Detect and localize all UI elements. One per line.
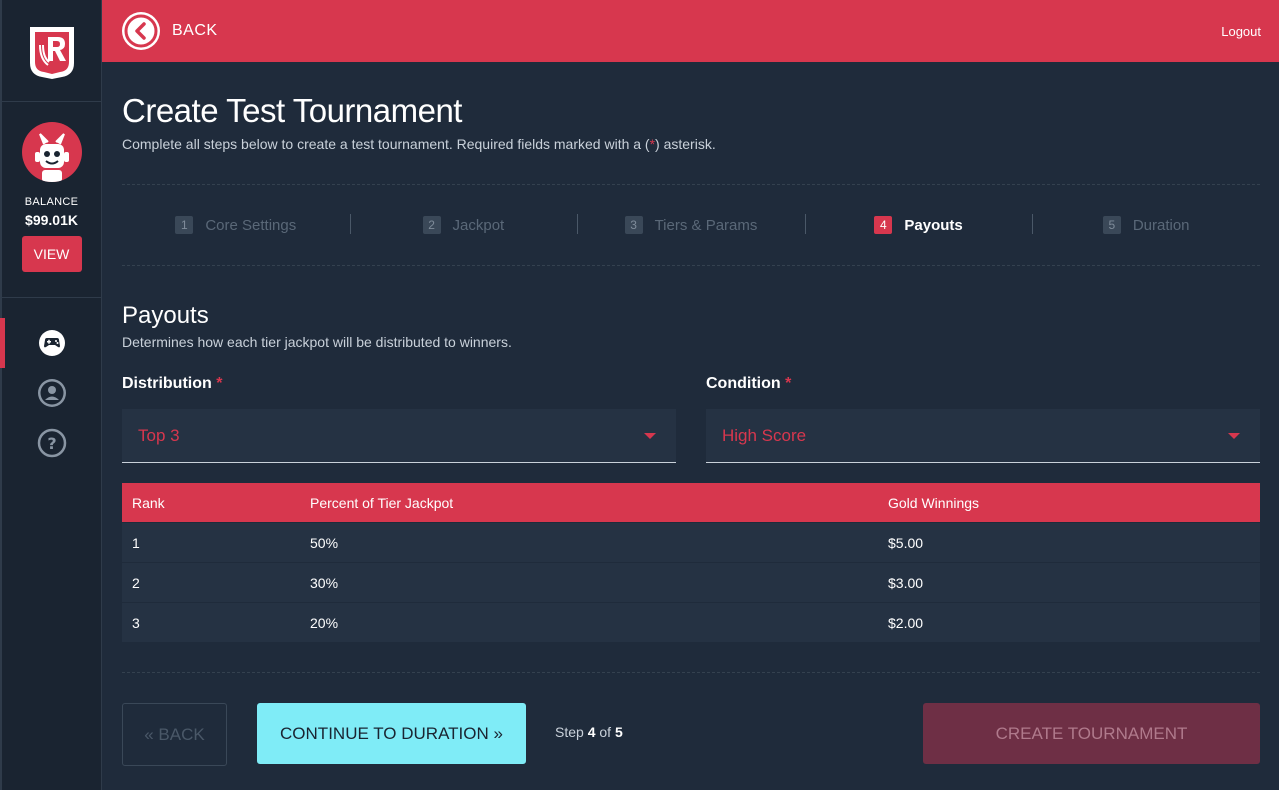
step-label: Core Settings bbox=[205, 216, 297, 234]
step-progress: Step 4 of 5 bbox=[555, 724, 623, 740]
page-subtitle-text: Complete all steps below to create a tes… bbox=[122, 136, 650, 152]
rank-cell: 3 bbox=[132, 614, 140, 631]
profile-panel: BALANCE $99.01K VIEW bbox=[2, 102, 101, 298]
logout-link[interactable]: Logout bbox=[1221, 24, 1261, 39]
balance-label: BALANCE bbox=[24, 196, 79, 208]
table-row: 1 50% $5.00 bbox=[122, 522, 1260, 562]
gamepad-icon bbox=[38, 330, 65, 356]
sidebar-nav: ? bbox=[0, 318, 101, 468]
step-current: 4 bbox=[587, 724, 596, 740]
step-number: 1 bbox=[175, 216, 194, 234]
create-tournament-button[interactable]: CREATE TOURNAMENT bbox=[923, 703, 1260, 764]
step-label: Duration bbox=[1132, 216, 1190, 234]
rank-cell: 2 bbox=[132, 574, 140, 591]
table-row: 2 30% $3.00 bbox=[122, 562, 1260, 602]
table-header: Rank Percent of Tier Jackpot Gold Winnin… bbox=[122, 483, 1260, 522]
gold-cell: $2.00 bbox=[888, 614, 924, 631]
top-header: BACK Logout bbox=[102, 0, 1279, 62]
step-indicator: 1 Core Settings 2 Jackpot 3 Tiers & Para… bbox=[122, 184, 1260, 266]
distribution-label: Distribution * bbox=[122, 375, 222, 393]
condition-label: Condition * bbox=[706, 375, 791, 393]
caret-down-icon bbox=[1228, 433, 1240, 439]
column-header-gold: Gold Winnings bbox=[888, 494, 980, 511]
step-label: Tiers & Params bbox=[654, 216, 758, 234]
avatar[interactable] bbox=[21, 122, 82, 182]
step-label: Payouts bbox=[904, 216, 963, 234]
svg-text:?: ? bbox=[47, 434, 56, 453]
nav-item-profile[interactable] bbox=[2, 368, 101, 418]
payouts-table: Rank Percent of Tier Jackpot Gold Winnin… bbox=[122, 483, 1260, 642]
distribution-value: Top 3 bbox=[138, 425, 180, 445]
distribution-label-text: Distribution bbox=[122, 375, 212, 392]
logo-area bbox=[2, 0, 101, 102]
robot-avatar-icon bbox=[34, 133, 69, 182]
percent-cell: 30% bbox=[310, 574, 339, 591]
step-number: 2 bbox=[422, 216, 441, 234]
step-number: 4 bbox=[874, 216, 893, 234]
nav-item-games[interactable] bbox=[0, 318, 101, 368]
step-number: 5 bbox=[1102, 216, 1121, 234]
condition-select[interactable]: High Score bbox=[706, 409, 1260, 463]
step-prefix: Step bbox=[555, 724, 584, 740]
gold-cell: $5.00 bbox=[888, 534, 924, 551]
help-icon: ? bbox=[37, 428, 66, 458]
required-marker: * bbox=[216, 375, 223, 392]
rank-cell: 1 bbox=[132, 534, 140, 551]
step-label: Jackpot bbox=[452, 216, 505, 234]
gold-cell: $3.00 bbox=[888, 574, 924, 591]
balance-value: $99.01K bbox=[25, 212, 78, 228]
section-subtitle: Determines how each tier jackpot will be… bbox=[122, 334, 512, 350]
continue-button[interactable]: CONTINUE TO DURATION » bbox=[257, 703, 526, 764]
table-row: 3 20% $2.00 bbox=[122, 602, 1260, 642]
step-jackpot[interactable]: 2 Jackpot bbox=[349, 214, 578, 234]
page-title: Create Test Tournament bbox=[122, 92, 462, 129]
step-payouts[interactable]: 4 Payouts bbox=[804, 214, 1033, 234]
step-duration[interactable]: 5 Duration bbox=[1032, 214, 1260, 234]
percent-cell: 20% bbox=[310, 614, 339, 631]
page-subtitle: Complete all steps below to create a tes… bbox=[122, 136, 716, 152]
column-header-rank: Rank bbox=[132, 494, 165, 511]
distribution-select[interactable]: Top 3 bbox=[122, 409, 676, 463]
percent-cell: 50% bbox=[310, 534, 339, 551]
step-total: 5 bbox=[614, 724, 623, 740]
sidebar: BALANCE $99.01K VIEW ? bbox=[0, 0, 102, 790]
caret-down-icon bbox=[644, 433, 656, 439]
step-number: 3 bbox=[624, 216, 643, 234]
step-of-word: of bbox=[599, 724, 612, 740]
app-logo[interactable] bbox=[22, 21, 82, 81]
page-subtitle-end: ) asterisk. bbox=[655, 136, 716, 152]
back-circle-button[interactable] bbox=[122, 12, 160, 50]
nav-item-help[interactable]: ? bbox=[2, 418, 101, 468]
column-header-percent: Percent of Tier Jackpot bbox=[310, 494, 454, 511]
divider bbox=[122, 672, 1260, 673]
condition-label-text: Condition bbox=[706, 375, 781, 392]
back-button[interactable]: « BACK bbox=[122, 703, 227, 766]
required-marker: * bbox=[785, 375, 792, 392]
view-balance-button[interactable]: VIEW bbox=[21, 236, 82, 272]
section-title: Payouts bbox=[122, 302, 209, 329]
condition-value: High Score bbox=[722, 425, 807, 445]
chevron-left-icon bbox=[124, 14, 158, 48]
back-link[interactable]: BACK bbox=[172, 22, 218, 40]
step-tiers-params[interactable]: 3 Tiers & Params bbox=[577, 214, 805, 234]
user-icon bbox=[37, 379, 66, 407]
step-core-settings[interactable]: 1 Core Settings bbox=[122, 216, 350, 234]
